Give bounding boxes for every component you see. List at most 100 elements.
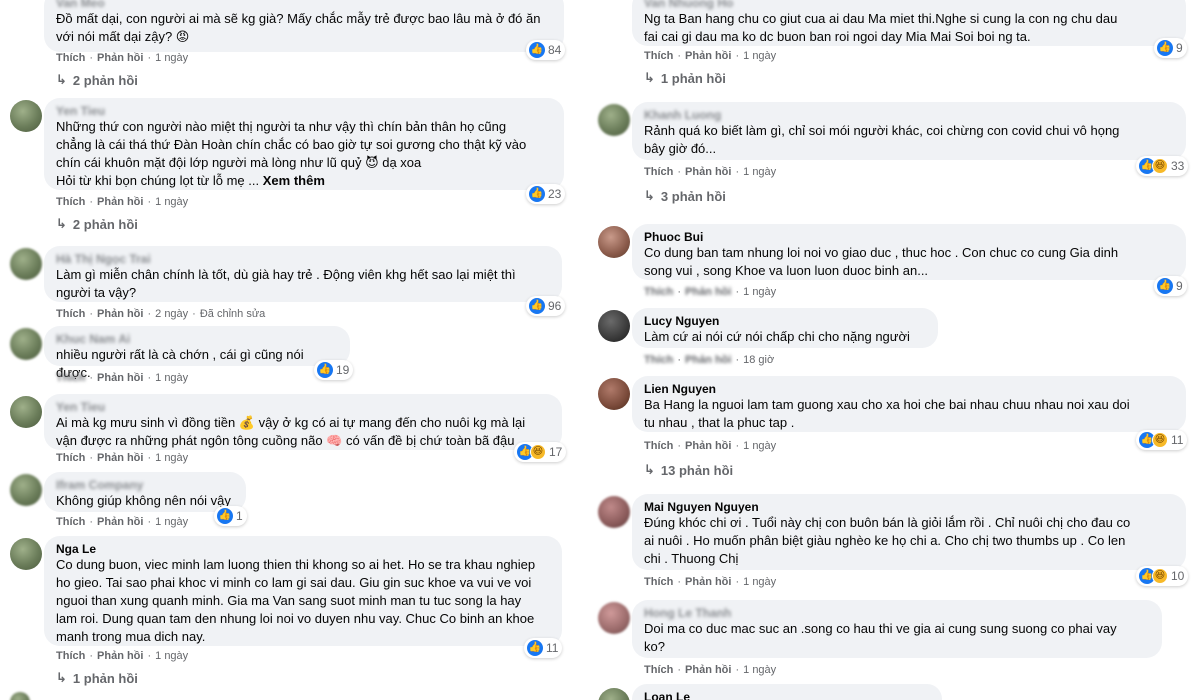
- reply-button[interactable]: Phản hồi: [97, 196, 143, 208]
- comment-author[interactable]: Mai Nguyen Nguyen: [644, 500, 1174, 514]
- see-more-link[interactable]: Xem thêm: [263, 173, 325, 188]
- comment-author[interactable]: Yen Tieu: [56, 400, 550, 414]
- comment-bubble: Lien Nguyen Ba Hang la nguoi lam tam guo…: [632, 376, 1186, 432]
- reaction-summary[interactable]: 👍 23: [526, 184, 566, 204]
- comment-author[interactable]: Nga Le: [56, 542, 550, 556]
- view-replies-link[interactable]: ↳ 2 phản hồi: [56, 72, 138, 88]
- comment-actions: Thích · Phản hồi · 18 giờ: [644, 354, 775, 366]
- comment-author[interactable]: Lucy Nguyen: [644, 314, 926, 328]
- comment-time[interactable]: 1 ngày: [155, 372, 188, 384]
- avatar[interactable]: [10, 248, 42, 280]
- comment-time[interactable]: 1 ngày: [743, 440, 776, 452]
- like-button[interactable]: Thích: [56, 196, 85, 208]
- comment-author[interactable]: Hong Le Thanh: [644, 606, 1150, 620]
- comment-bubble: Khuc Nam Ai nhiều người rất là cà chớn ,…: [44, 326, 350, 380]
- like-button[interactable]: Thích: [644, 440, 673, 452]
- comment-author[interactable]: Van Meo: [56, 0, 552, 10]
- comment-author[interactable]: Yen Tieu: [56, 104, 552, 118]
- comment-time[interactable]: 1 ngày: [155, 650, 188, 662]
- reaction-summary[interactable]: 👍 1: [214, 506, 247, 526]
- comment-text: Không giúp không nên nói vậy: [56, 493, 231, 508]
- comment-time[interactable]: 2 ngày: [155, 308, 188, 320]
- like-button[interactable]: Thích: [56, 516, 85, 528]
- reply-button[interactable]: Phản hồi: [97, 452, 143, 464]
- reaction-summary[interactable]: 👍 96: [526, 296, 566, 316]
- reaction-summary[interactable]: 👍 9: [1154, 38, 1187, 58]
- reply-button[interactable]: Phản hồi: [685, 286, 731, 298]
- comment-author[interactable]: Lien Nguyen: [644, 382, 1174, 396]
- reply-button[interactable]: Phản hồi: [685, 354, 731, 366]
- reaction-summary[interactable]: 👍 😆 10: [1136, 566, 1189, 586]
- comment-time[interactable]: 18 giờ: [743, 354, 774, 366]
- reply-arrow-icon: ↳: [56, 72, 67, 87]
- reply-button[interactable]: Phản hồi: [97, 650, 143, 662]
- reaction-summary[interactable]: 👍 11: [524, 638, 563, 658]
- avatar[interactable]: [10, 396, 42, 428]
- comment-author[interactable]: Ifram Company: [56, 478, 234, 492]
- comment-author[interactable]: Phuoc Bui: [644, 230, 1174, 244]
- comment-bubble: Yen Tieu Ai mà kg mưu sinh vì đồng tiền …: [44, 394, 562, 450]
- like-button[interactable]: Thích: [644, 166, 673, 178]
- comment-time[interactable]: 1 ngày: [155, 516, 188, 528]
- reaction-summary[interactable]: 👍 😆 11: [1136, 430, 1188, 450]
- comment-time[interactable]: 1 ngày: [743, 166, 776, 178]
- reaction-summary[interactable]: 👍 19: [314, 360, 354, 380]
- comment-author[interactable]: Khuc Nam Ai: [56, 332, 338, 346]
- view-replies-link[interactable]: ↳ 13 phản hồi: [644, 462, 733, 478]
- like-button[interactable]: Thích: [644, 576, 673, 588]
- view-replies-link[interactable]: ↳ 1 phản hồi: [644, 70, 726, 86]
- comment-actions: Thích · Phản hồi · 2 ngày · Đã chỉnh sửa: [56, 308, 266, 320]
- avatar[interactable]: [10, 538, 42, 570]
- comment-time[interactable]: 1 ngày: [155, 452, 188, 464]
- comment-time[interactable]: 1 ngày: [743, 576, 776, 588]
- avatar[interactable]: [598, 602, 630, 634]
- comment-text: Rảnh quá ko biết làm gì, chỉ soi mói ngư…: [644, 123, 1120, 156]
- like-button[interactable]: Thích: [56, 372, 85, 384]
- avatar[interactable]: [598, 104, 630, 136]
- avatar[interactable]: [10, 692, 30, 700]
- view-replies-link[interactable]: ↳ 1 phản hồi: [56, 670, 138, 686]
- comment-time[interactable]: 1 ngày: [743, 664, 776, 676]
- comment-text: Co dung buon, viec minh lam luong thien …: [56, 557, 536, 644]
- comment-author[interactable]: Van Nhuong Ho: [644, 0, 1174, 10]
- view-replies-link[interactable]: ↳ 3 phản hồi: [644, 188, 726, 204]
- avatar[interactable]: [10, 100, 42, 132]
- comment-time[interactable]: 1 ngày: [155, 196, 188, 208]
- comment-author[interactable]: Hà Thị Ngọc Trai: [56, 252, 550, 266]
- reply-button[interactable]: Phản hồi: [97, 308, 143, 320]
- view-replies-link[interactable]: ↳ 2 phản hồi: [56, 216, 138, 232]
- like-button[interactable]: Thích: [644, 354, 673, 366]
- avatar[interactable]: [598, 226, 630, 258]
- like-button[interactable]: Thích: [644, 286, 673, 298]
- reply-button[interactable]: Phản hồi: [97, 52, 143, 64]
- avatar[interactable]: [598, 310, 630, 342]
- like-button[interactable]: Thích: [56, 52, 85, 64]
- avatar[interactable]: [10, 328, 42, 360]
- like-button[interactable]: Thích: [56, 650, 85, 662]
- comment-author[interactable]: Loan Le: [644, 690, 930, 700]
- comment-author[interactable]: Khanh Luong: [644, 108, 1174, 122]
- reaction-summary[interactable]: 👍 9: [1154, 276, 1187, 296]
- reply-button[interactable]: Phản hồi: [685, 664, 731, 676]
- avatar[interactable]: [10, 474, 42, 506]
- reply-button[interactable]: Phản hồi: [97, 372, 143, 384]
- reaction-summary[interactable]: 👍 😆 33: [1136, 156, 1189, 176]
- comment-time[interactable]: 1 ngày: [743, 50, 776, 62]
- like-button[interactable]: Thích: [644, 50, 673, 62]
- like-button[interactable]: Thích: [56, 308, 85, 320]
- reply-button[interactable]: Phản hồi: [685, 440, 731, 452]
- comment-bubble: Hà Thị Ngọc Trai Làm gì miễn chân chính …: [44, 246, 562, 302]
- reply-button[interactable]: Phản hồi: [685, 576, 731, 588]
- reply-button[interactable]: Phản hồi: [685, 166, 731, 178]
- comment-time[interactable]: 1 ngày: [743, 286, 776, 298]
- reaction-summary[interactable]: 👍 😆 17: [514, 442, 567, 462]
- reaction-summary[interactable]: 👍 84: [526, 40, 566, 60]
- reply-button[interactable]: Phản hồi: [97, 516, 143, 528]
- avatar[interactable]: [598, 378, 630, 410]
- comment-time[interactable]: 1 ngày: [155, 52, 188, 64]
- avatar[interactable]: [598, 688, 630, 700]
- like-button[interactable]: Thích: [56, 452, 85, 464]
- like-button[interactable]: Thích: [644, 664, 673, 676]
- avatar[interactable]: [598, 496, 630, 528]
- reply-button[interactable]: Phản hồi: [685, 50, 731, 62]
